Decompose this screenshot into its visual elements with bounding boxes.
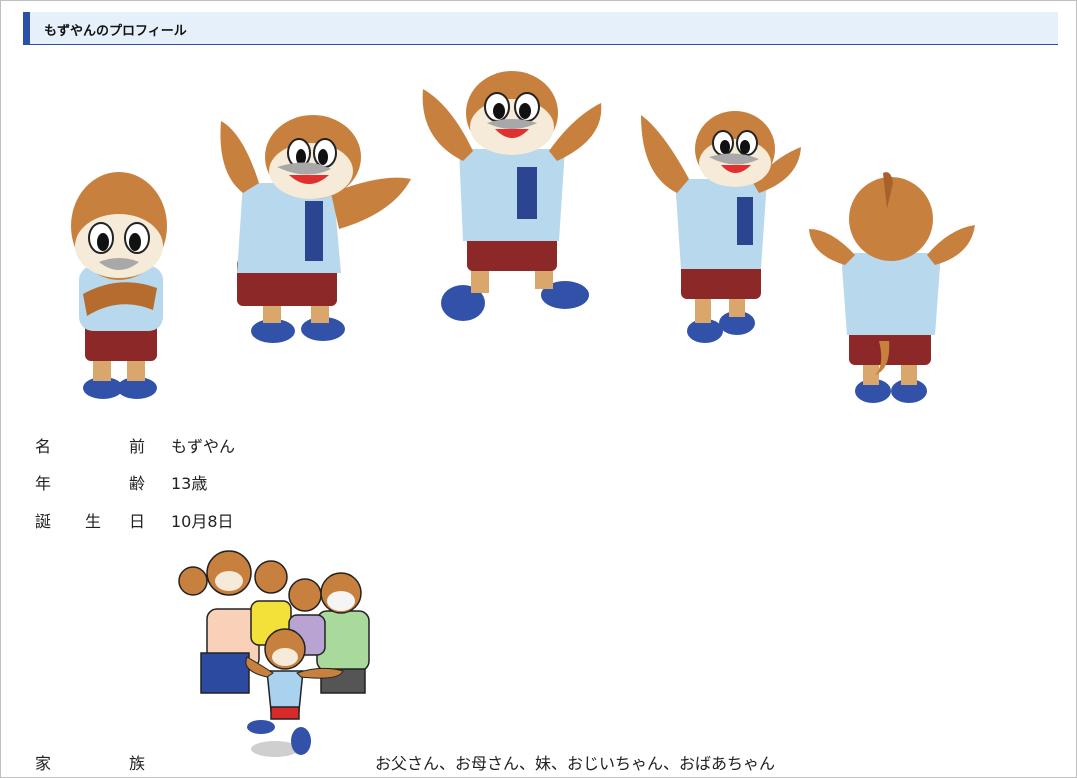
age-value: 13歳 <box>171 474 208 493</box>
name-value: もずやん <box>171 437 236 456</box>
section-title: もずやんのプロフィール <box>44 24 187 39</box>
family-value: お父さん、お母さん、妹、おじいちゃん、おばあちゃん <box>375 754 776 773</box>
name-label-1: 名 <box>35 437 52 456</box>
name-label-2: 前 <box>129 437 146 456</box>
mascot-photo-side <box>220 115 411 343</box>
birthday-label-2: 生 <box>85 512 102 531</box>
mascot-photo-front <box>71 172 167 399</box>
profile-panel: もずやんのプロフィール 名 前 もずやん 年 齢 13歳 誕 生 日 10月8日… <box>0 0 1077 778</box>
mascot-photo-back <box>809 172 975 403</box>
mascot-photo-arms-up <box>641 111 801 343</box>
mascot-photo-jump <box>422 71 602 321</box>
age-label-1: 年 <box>35 474 52 493</box>
profile-row-family: 家 族 お父さん、お母さん、妹、おじいちゃん、おばあちゃん <box>1 750 1001 776</box>
family-illustration <box>178 550 370 757</box>
profile-row-name: 名 前 もずやん <box>1 433 901 459</box>
profile-row-birthday: 誕 生 日 10月8日 <box>1 508 901 534</box>
birthday-value: 10月8日 <box>171 512 234 531</box>
family-label-2: 族 <box>129 754 146 773</box>
birthday-label-3: 日 <box>129 512 146 531</box>
profile-row-age: 年 齢 13歳 <box>1 470 901 496</box>
section-heading: もずやんのプロフィール <box>23 12 1058 45</box>
age-label-2: 齢 <box>129 474 146 493</box>
birthday-label-1: 誕 <box>35 512 52 531</box>
family-label-1: 家 <box>35 754 52 773</box>
